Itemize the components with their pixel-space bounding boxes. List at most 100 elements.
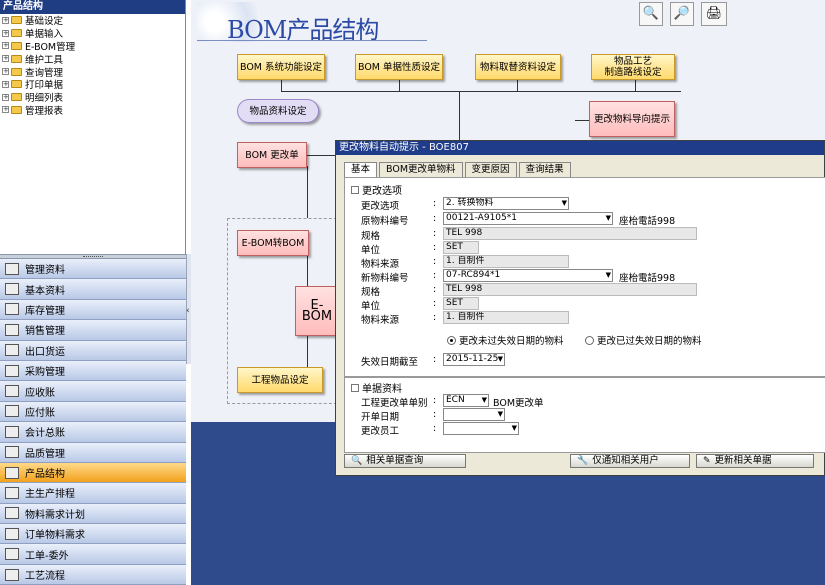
colon: : bbox=[433, 213, 437, 224]
new-item-input[interactable]: 07-RC894*1 ▼ bbox=[443, 269, 613, 282]
expand-icon[interactable]: + bbox=[2, 68, 9, 76]
colon: : bbox=[433, 256, 437, 267]
zoom-out-icon[interactable]: 🔎 bbox=[670, 2, 694, 26]
section-toggle-icon[interactable] bbox=[351, 185, 359, 194]
printer-icon[interactable]: 🖨 bbox=[701, 2, 727, 26]
module-item-label: 基本资料 bbox=[25, 285, 65, 297]
module-item-label: 销售管理 bbox=[25, 326, 65, 338]
flow-eng-item[interactable]: 工程物品设定 bbox=[237, 367, 323, 393]
tree-item[interactable]: + 单据输入 bbox=[0, 27, 185, 40]
flow-routing[interactable]: 物品工艺 制造路线设定 bbox=[591, 54, 675, 80]
expand-icon[interactable]: + bbox=[2, 42, 9, 50]
folder-icon bbox=[11, 16, 22, 25]
module-item-label: 库存管理 bbox=[25, 305, 65, 317]
expiry-label: 失效日期截至 bbox=[361, 357, 419, 368]
module-item[interactable]: 销售管理 bbox=[0, 320, 186, 341]
module-item[interactable]: 产品结构 bbox=[0, 462, 186, 484]
module-item[interactable]: 订单物料需求 bbox=[0, 524, 186, 545]
flow-change-guide[interactable]: 更改物料导向提示 bbox=[589, 101, 675, 137]
flow-item-setup[interactable]: 物品资料设定 bbox=[237, 99, 319, 123]
doc-date-input[interactable]: ▼ bbox=[443, 408, 505, 421]
change-option-select[interactable]: 2. 转换物料 ▼ bbox=[443, 197, 569, 210]
flow-ebom[interactable]: E-BOM bbox=[295, 286, 339, 336]
module-item[interactable]: 出口货运 bbox=[0, 340, 186, 361]
chevron-down-icon: ▼ bbox=[511, 424, 517, 432]
module-item[interactable]: 应收账 bbox=[0, 381, 186, 402]
module-item[interactable]: 物料需求计划 bbox=[0, 503, 186, 525]
radio-expired[interactable]: 更改已过失效日期的物料 bbox=[585, 333, 702, 347]
flow-bom-change[interactable]: BOM 更改单 bbox=[237, 142, 307, 168]
related-query-button[interactable]: 🔍 相关单据查询 bbox=[344, 454, 466, 468]
flow-bom-function[interactable]: BOM 系统功能设定 bbox=[237, 54, 325, 80]
expiry-date-input[interactable]: 2015-11-25 ▼ bbox=[443, 353, 505, 366]
connector-top bbox=[281, 91, 681, 92]
colon: : bbox=[433, 423, 437, 434]
module-item-label: 应付账 bbox=[25, 407, 55, 419]
radio-expired-dot[interactable] bbox=[585, 335, 594, 345]
folder-icon bbox=[11, 80, 22, 89]
module-item-label: 出口货运 bbox=[25, 346, 65, 358]
tree-item[interactable]: + 明细列表 bbox=[0, 91, 185, 104]
purchase-icon bbox=[5, 364, 19, 377]
radio-unexpired[interactable]: 更改未过失效日期的物料 bbox=[447, 333, 564, 347]
tab-query-result[interactable]: 查询结果 bbox=[518, 162, 571, 177]
tree-item[interactable]: + 管理报表 bbox=[0, 104, 185, 117]
sales-icon bbox=[5, 323, 19, 336]
ledger-icon bbox=[5, 425, 19, 438]
module-item[interactable]: 基本资料 bbox=[0, 279, 186, 300]
doc-staff-input[interactable]: ▼ bbox=[443, 422, 519, 435]
flow-ebom-to-bom[interactable]: E-BOM转BOM bbox=[237, 230, 309, 256]
flow-substitute[interactable]: 物料取替资料设定 bbox=[475, 54, 561, 80]
orig-item-input[interactable]: 00121-A9105*1 ▼ bbox=[443, 212, 613, 225]
expand-icon[interactable]: + bbox=[2, 29, 9, 37]
tree-item[interactable]: + 打印单据 bbox=[0, 78, 185, 91]
connector-v4 bbox=[635, 80, 636, 91]
doc-type-select[interactable]: ECN ▼ bbox=[443, 394, 489, 407]
module-item[interactable]: 库存管理 bbox=[0, 299, 186, 321]
module-item[interactable]: 工单-委外 bbox=[0, 544, 186, 565]
expand-icon[interactable]: + bbox=[2, 106, 9, 114]
module-item[interactable]: 应付账 bbox=[0, 401, 186, 423]
expand-icon[interactable]: + bbox=[2, 55, 9, 63]
new-item-label: 新物料编号 bbox=[361, 273, 409, 284]
module-item[interactable]: 工艺流程 bbox=[0, 564, 186, 585]
change-option-label: 更改选项 bbox=[361, 201, 400, 212]
new-unit-field: SET bbox=[443, 297, 479, 310]
doc-type-value: ECN bbox=[446, 395, 465, 405]
expand-icon[interactable]: + bbox=[2, 16, 9, 24]
folder-icon bbox=[11, 29, 22, 38]
radio-unexpired-dot[interactable] bbox=[447, 335, 456, 345]
expand-icon[interactable]: + bbox=[2, 93, 9, 101]
mrp-icon bbox=[5, 507, 19, 520]
tree-item[interactable]: + 查询管理 bbox=[0, 65, 185, 79]
tree-item[interactable]: + 维护工具 bbox=[0, 52, 185, 66]
zoom-in-icon[interactable]: 🔍 bbox=[639, 2, 663, 26]
payable-icon bbox=[5, 405, 19, 418]
module-item[interactable]: 管理资料 bbox=[0, 259, 186, 280]
section-toggle-icon[interactable] bbox=[351, 383, 359, 392]
chevron-down-icon: ▼ bbox=[605, 214, 611, 222]
module-item[interactable]: 会计总账 bbox=[0, 422, 186, 443]
basic-tab-panel: 更改选项 更改选项 : 2. 转换物料 ▼ 原物料编号 : 00121-A910… bbox=[344, 177, 825, 377]
flow-bom-attr[interactable]: BOM 单据性质设定 bbox=[355, 54, 443, 80]
tab-bom-items[interactable]: BOM更改单物料 bbox=[379, 162, 463, 177]
notify-users-button[interactable]: 🔧 仅通知相关用户 bbox=[570, 454, 690, 468]
doc-type-desc: BOM更改单 bbox=[493, 398, 544, 409]
module-item[interactable]: 主生产排程 bbox=[0, 483, 186, 504]
doc-section-title: 单据资料 bbox=[351, 380, 402, 395]
module-item-label: 工艺流程 bbox=[25, 571, 65, 583]
collapse-arrow-icon[interactable]: ‹ bbox=[186, 306, 190, 316]
tab-change-reason[interactable]: 变更原因 bbox=[464, 162, 517, 177]
module-item[interactable]: 采购管理 bbox=[0, 360, 186, 382]
tree-item[interactable]: + 基础设定 bbox=[0, 14, 185, 27]
order-icon bbox=[5, 527, 19, 540]
shipping-icon bbox=[5, 344, 19, 357]
quality-icon bbox=[5, 446, 19, 459]
folder-icon bbox=[11, 67, 22, 76]
tree-item[interactable]: + E-BOM管理 bbox=[0, 40, 185, 53]
colon: : bbox=[433, 228, 437, 239]
expand-icon[interactable]: + bbox=[2, 80, 9, 88]
tab-basic[interactable]: 基本 bbox=[344, 162, 378, 178]
module-item[interactable]: 品质管理 bbox=[0, 442, 186, 463]
update-docs-button[interactable]: ✎ 更新相关单据 bbox=[696, 454, 814, 468]
